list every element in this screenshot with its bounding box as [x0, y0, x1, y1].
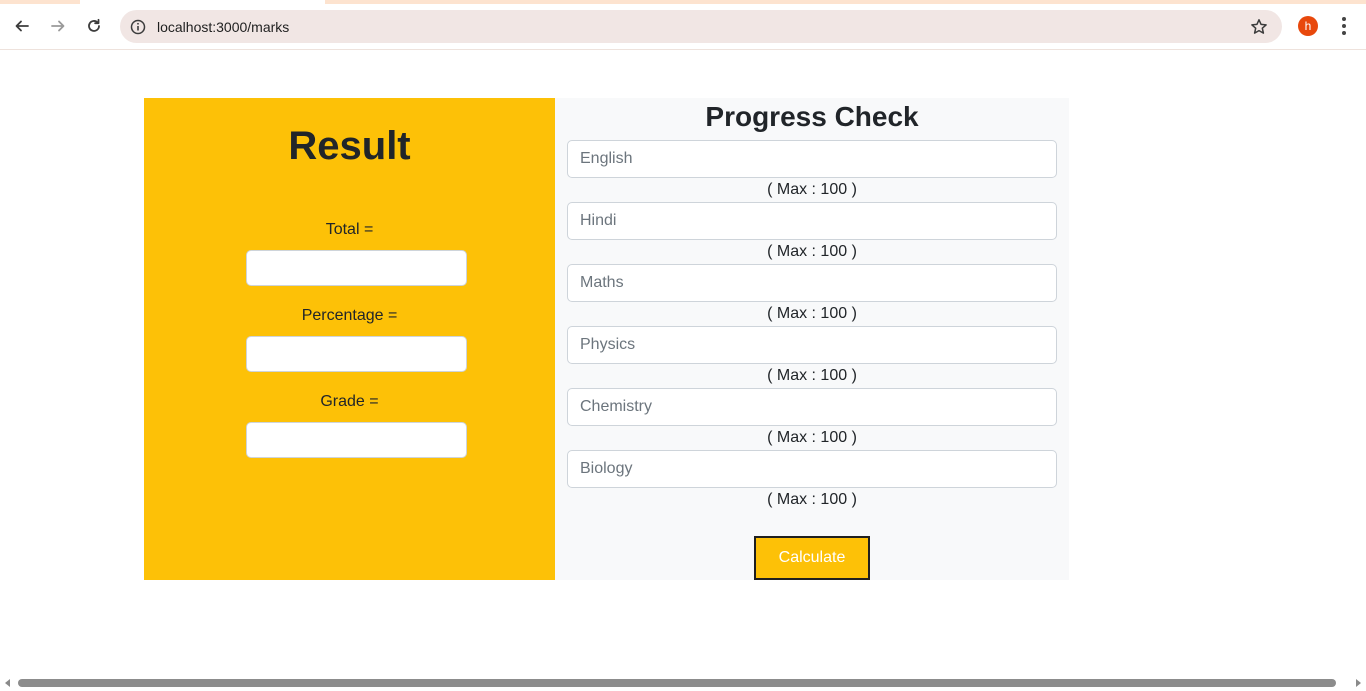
- chemistry-max-label: ( Max : 100 ): [767, 429, 857, 446]
- scroll-right-icon[interactable]: [1356, 679, 1361, 687]
- forward-button[interactable]: [44, 12, 72, 40]
- info-icon[interactable]: [130, 19, 146, 35]
- maths-max-label: ( Max : 100 ): [767, 305, 857, 322]
- english-max-label: ( Max : 100 ): [767, 181, 857, 198]
- address-bar[interactable]: localhost:3000/marks: [120, 10, 1282, 43]
- percentage-field[interactable]: [246, 336, 467, 372]
- reload-button[interactable]: [80, 12, 108, 40]
- star-icon[interactable]: [1250, 18, 1268, 36]
- horizontal-scrollbar[interactable]: [0, 676, 1366, 691]
- percentage-label: Percentage =: [301, 307, 398, 324]
- reload-icon: [88, 18, 100, 32]
- calculate-button[interactable]: Calculate: [754, 536, 870, 580]
- english-input[interactable]: [567, 140, 1057, 178]
- hindi-input[interactable]: [567, 202, 1057, 240]
- scroll-left-icon[interactable]: [5, 679, 10, 687]
- chemistry-input[interactable]: [567, 388, 1057, 426]
- hindi-max-label: ( Max : 100 ): [767, 243, 857, 260]
- result-title: Result: [288, 124, 411, 168]
- biology-input[interactable]: [567, 450, 1057, 488]
- back-button[interactable]: [8, 12, 36, 40]
- progress-panel: Progress Check ( Max : 100 ) ( Max : 100…: [555, 98, 1069, 580]
- arrow-right-icon: [51, 20, 65, 32]
- url-text[interactable]: localhost:3000/marks: [157, 19, 289, 35]
- browser-toolbar: localhost:3000/marks h: [0, 4, 1366, 50]
- kebab-menu-icon[interactable]: [1334, 14, 1354, 38]
- physics-input[interactable]: [567, 326, 1057, 364]
- maths-input[interactable]: [567, 264, 1057, 302]
- grade-label: Grade =: [320, 393, 379, 410]
- arrow-left-icon: [15, 20, 29, 32]
- total-label: Total =: [325, 221, 374, 238]
- progress-title: Progress Check: [705, 101, 919, 132]
- total-field[interactable]: [246, 250, 467, 286]
- biology-max-label: ( Max : 100 ): [767, 491, 857, 508]
- result-panel: Result Total = Percentage = Grade =: [144, 98, 555, 580]
- scrollbar-thumb[interactable]: [18, 679, 1336, 687]
- profile-avatar[interactable]: h: [1298, 16, 1318, 36]
- physics-max-label: ( Max : 100 ): [767, 367, 857, 384]
- grade-field[interactable]: [246, 422, 467, 458]
